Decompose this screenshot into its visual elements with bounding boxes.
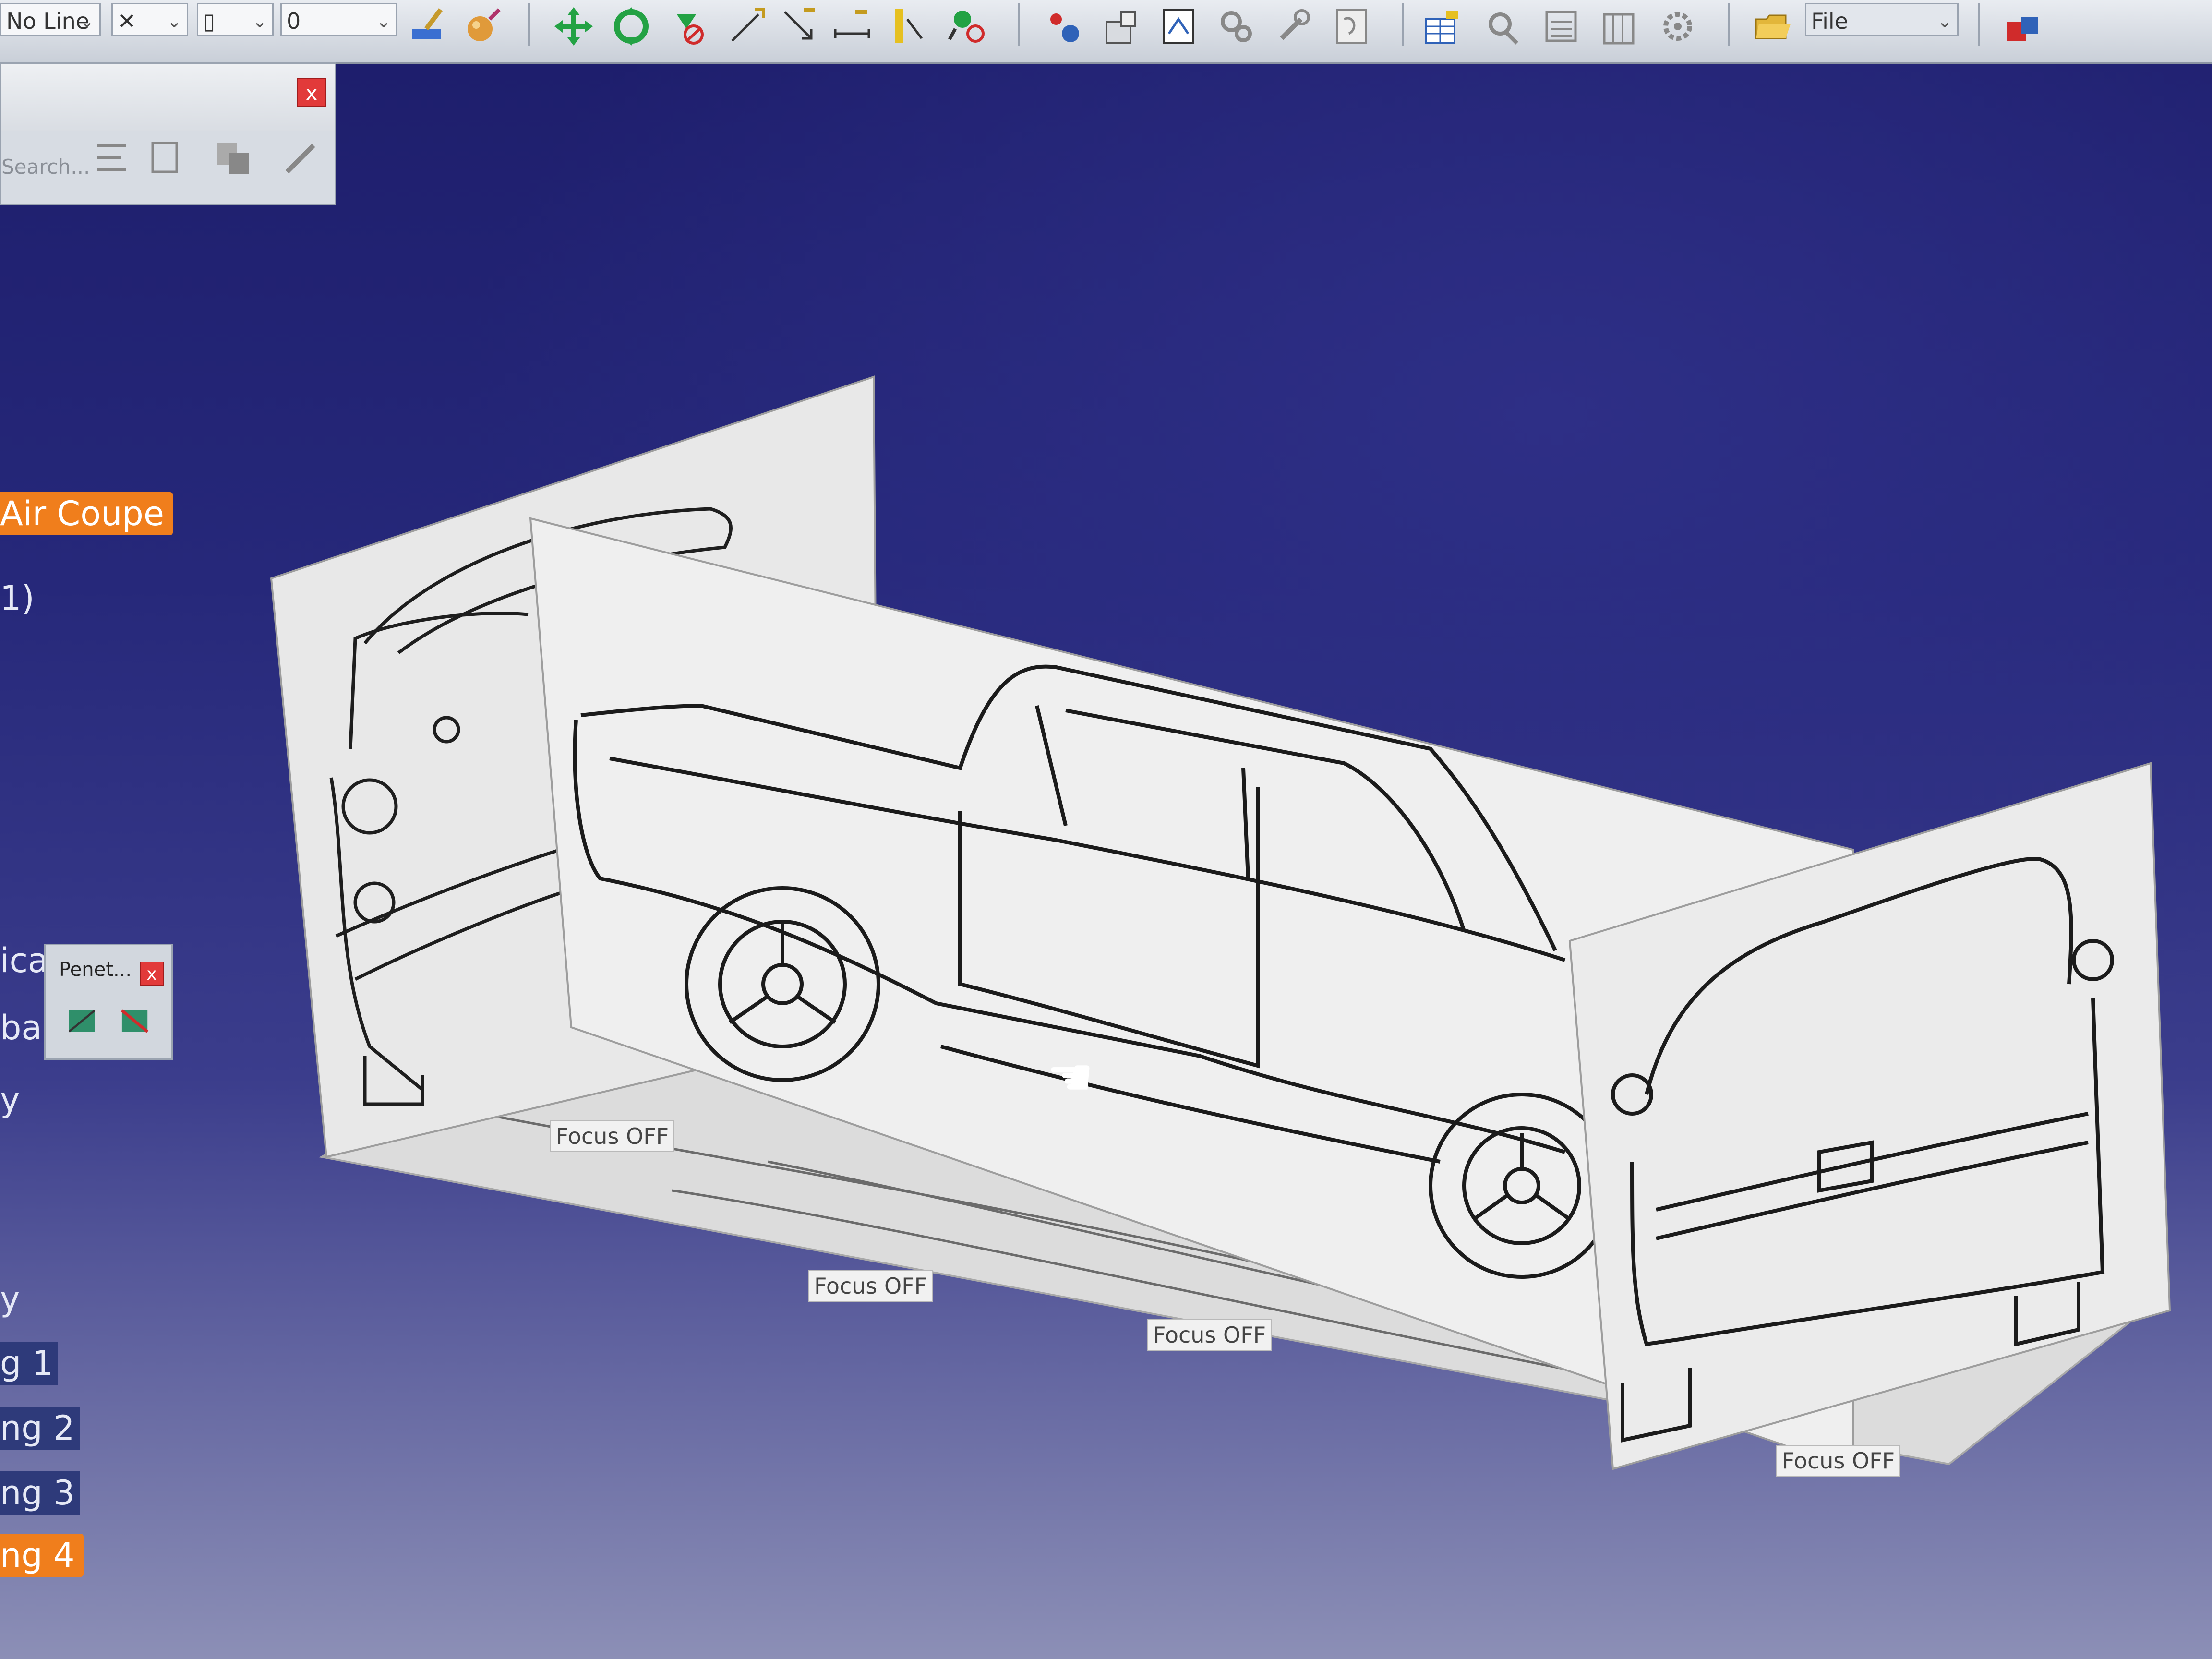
properties-icon[interactable] <box>1099 5 1142 48</box>
penetrate-palette-close-button[interactable]: x <box>140 962 164 986</box>
focus-off-label-side: Focus OFF <box>1147 1319 1272 1351</box>
tree-item-image-4[interactable]: ng 4 <box>0 1534 84 1577</box>
move-arrows-icon[interactable] <box>552 5 595 48</box>
toolbar-separator <box>1402 3 1404 46</box>
tree-item-image-2[interactable]: ng 2 <box>0 1407 80 1450</box>
toolbar-separator <box>1018 3 1020 46</box>
dimension-icon[interactable] <box>830 5 874 48</box>
layer-icon: ▯ <box>203 8 216 34</box>
sketch-planes-scene[interactable] <box>0 0 2212 1659</box>
search-palette: x Search... <box>0 62 336 205</box>
search-copy-icon[interactable] <box>213 136 256 179</box>
paintbrush-icon[interactable] <box>407 5 450 48</box>
search-palette-titlebar[interactable] <box>1 64 335 131</box>
chevron-down-icon: ⌄ <box>79 11 95 32</box>
chevron-down-icon: ⌄ <box>167 11 182 32</box>
no-snap-icon[interactable] <box>667 5 710 48</box>
search-list-icon[interactable] <box>145 136 189 179</box>
chevron-down-icon: ⌄ <box>252 11 267 32</box>
line-weight-combo[interactable]: ✕ ⌄ <box>111 3 188 36</box>
tree-item-image-1[interactable]: g 1 <box>0 1342 59 1385</box>
hand-cursor-icon: ☚ <box>1046 1046 1094 1108</box>
gear-icon[interactable] <box>1656 5 1699 48</box>
tree-item-air-coupe[interactable]: Air Coupe <box>0 492 173 535</box>
list-icon[interactable] <box>1541 5 1584 48</box>
network-icon[interactable] <box>2002 5 2045 48</box>
toolbar-separator <box>1978 3 1980 46</box>
magnifier-icon[interactable] <box>946 5 989 48</box>
tree-item-y2[interactable]: y <box>0 1279 20 1319</box>
rotate-arrows-icon[interactable] <box>610 5 653 48</box>
tree-item-1[interactable]: 1) <box>0 578 35 618</box>
tree-item-image-3[interactable]: ng 3 <box>0 1471 80 1515</box>
penetrate-palette-title: Penet... <box>59 959 132 981</box>
folder-open-icon[interactable] <box>1752 5 1795 48</box>
value-combo[interactable]: 0 ⌄ <box>280 3 397 36</box>
component-icon[interactable] <box>1042 5 1085 48</box>
penetrate-off-icon[interactable] <box>118 1002 156 1040</box>
file-combo-text: File <box>1811 8 1848 34</box>
main-toolbar: No Line ⌄ ✕ ⌄ ▯ ⌄ 0 ⌄ File ⌄ <box>0 0 2212 64</box>
chevron-down-icon: ⌄ <box>376 11 391 32</box>
line-type-value: No Line <box>6 8 90 34</box>
chevron-down-icon: ⌄ <box>1937 11 1952 32</box>
sphere-icon[interactable] <box>461 5 504 48</box>
search-input[interactable]: Search... <box>1 155 90 179</box>
search-clear-icon[interactable] <box>280 136 323 179</box>
cross-icon: ✕ <box>118 8 136 34</box>
value-combo-text: 0 <box>287 8 301 34</box>
ruler-icon[interactable] <box>888 5 931 48</box>
list2-icon[interactable] <box>1599 5 1642 48</box>
table-icon[interactable] <box>1421 5 1464 48</box>
toolbar-separator <box>528 3 530 46</box>
tools-icon[interactable] <box>1272 5 1315 48</box>
focus-off-label-rear: Focus OFF <box>1776 1445 1901 1477</box>
image-icon[interactable] <box>1157 5 1200 48</box>
analysis-icon[interactable] <box>1483 5 1527 48</box>
arrow-down-right-icon[interactable] <box>778 5 821 48</box>
pointer-arrow-icon[interactable] <box>725 5 768 48</box>
gear-cluster-icon[interactable] <box>1214 5 1258 48</box>
drawing-icon[interactable] <box>1330 5 1373 48</box>
tree-item-ica[interactable]: ica <box>0 941 48 980</box>
toolbar-separator <box>1728 3 1730 46</box>
layer-combo[interactable]: ▯ ⌄ <box>197 3 274 36</box>
file-combo[interactable]: File ⌄ <box>1805 3 1959 36</box>
search-filter-icon[interactable] <box>93 136 136 179</box>
focus-off-label-bottom: Focus OFF <box>550 1120 675 1152</box>
line-type-combo[interactable]: No Line ⌄ <box>0 3 101 36</box>
penetrate-palette: Penet... x <box>44 944 173 1060</box>
tree-item-y1[interactable]: y <box>0 1080 20 1119</box>
focus-off-label-front: Focus OFF <box>808 1270 933 1302</box>
penetrate-on-icon[interactable] <box>65 1002 103 1040</box>
search-palette-close-button[interactable]: x <box>297 78 326 107</box>
